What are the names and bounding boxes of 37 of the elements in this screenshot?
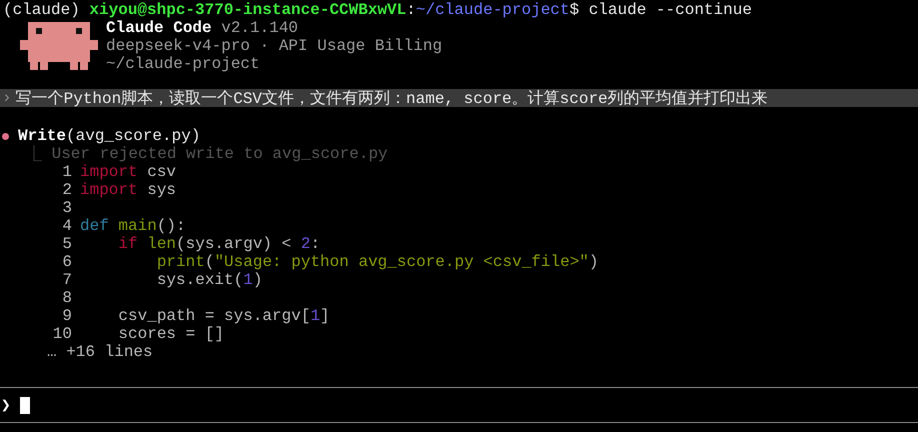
tool-argument: (avg_score.py) (66, 127, 200, 145)
tool-result: User rejected write to avg_score.py (52, 145, 388, 163)
working-directory: ~/claude-project (106, 55, 260, 73)
user-message: 写一个Python脚本，读取一个CSV文件，文件有两列：name, score。计算score列的平均值并打印出来 (16, 88, 768, 108)
line-number: 5 (61, 235, 73, 253)
line-number: 2 (61, 181, 73, 199)
branch-icon: ⎿ (26, 144, 42, 164)
line-number: 3 (61, 199, 73, 217)
code-line: import csv (80, 163, 176, 181)
prompt-path: ~/claude-project (416, 1, 570, 19)
line-number: 1 (61, 163, 73, 181)
prompt-separator: : (406, 1, 416, 19)
line-number: 9 (61, 307, 73, 325)
code-line: import sys (80, 181, 176, 199)
line-number: 7 (61, 271, 73, 289)
line-number: 8 (61, 289, 73, 307)
code-line: csv_path = sys.argv[1] (117, 307, 330, 325)
more-lines: … +16 lines (46, 343, 154, 361)
prompt-caret: ❯ (0, 396, 11, 415)
prompt-user-host: xiyou@shpc-3770-instance-CCWBxwVL (89, 1, 406, 19)
code-line: def main(): (80, 217, 186, 235)
text-cursor (20, 396, 30, 414)
tool-name: Write (18, 127, 66, 145)
prompt-command: $ claude --continue (570, 1, 752, 19)
line-number: 6 (61, 253, 73, 271)
model-info: deepseek-v4-pro · API Usage Billing (106, 37, 442, 55)
code-line: scores = [] (117, 325, 224, 343)
message-marker: › (1, 89, 13, 107)
line-number: 4 (61, 217, 73, 235)
line-number: 10 (52, 325, 73, 343)
input-field[interactable]: ❯ (0, 387, 918, 423)
code-line: if len(sys.argv) < 2: (117, 235, 320, 253)
version: v2.1.140 (221, 19, 298, 37)
code-line: print("Usage: python avg_score.py <csv_file>") (156, 253, 599, 271)
prompt-env: (claude) (3, 1, 80, 19)
product-name: Claude Code (106, 19, 212, 37)
code-line: sys.exit(1) (156, 271, 262, 289)
